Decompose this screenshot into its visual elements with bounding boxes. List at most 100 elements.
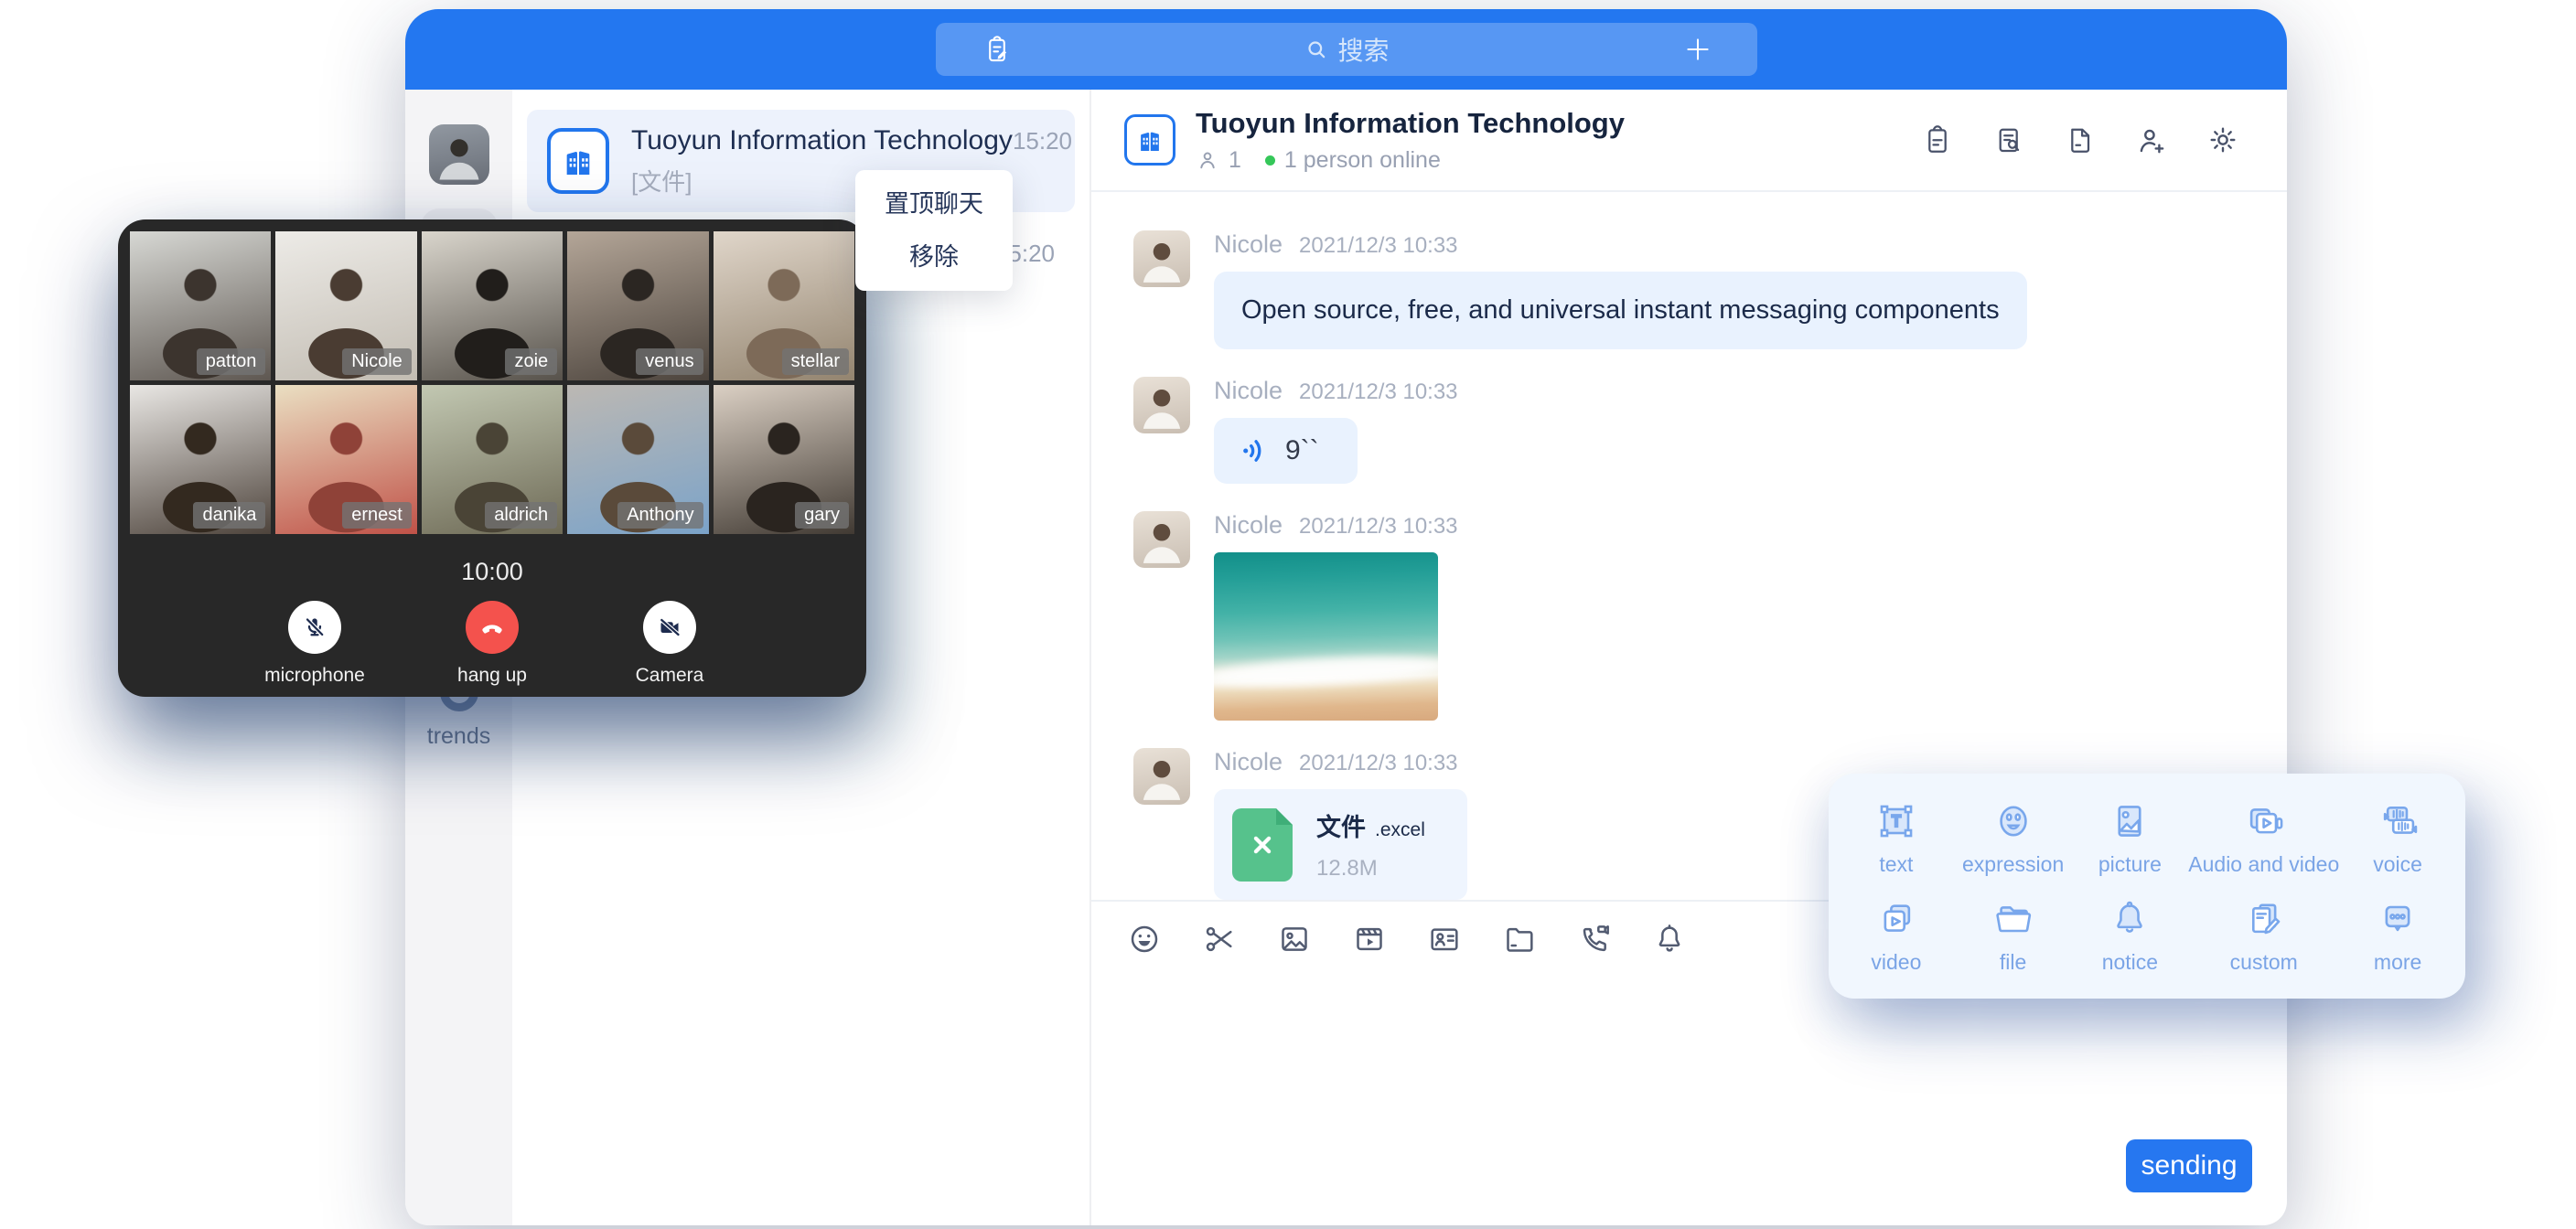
panel-item-file[interactable]: file — [1955, 886, 2072, 984]
picture-icon — [2106, 797, 2153, 845]
sender-name: Nicole — [1214, 511, 1283, 540]
file-size: 12.8M — [1316, 856, 1425, 882]
members-icon — [1196, 148, 1219, 172]
emoji-icon[interactable] — [1126, 921, 1163, 957]
panel-item-picture[interactable]: picture — [2072, 788, 2189, 886]
participant-name: gary — [795, 502, 849, 529]
hang-up-icon[interactable] — [466, 601, 519, 654]
participant-name: Nicole — [342, 348, 412, 375]
hang-up-button[interactable]: hang up — [434, 601, 551, 687]
composer-input-area[interactable]: sending — [1091, 977, 2287, 1225]
top-bar: 搜索 — [405, 9, 2287, 90]
video-tile: zoie — [422, 231, 563, 380]
video-tile: Nicole — [275, 231, 416, 380]
notification-bell-icon[interactable] — [1651, 921, 1688, 957]
participant-name: stellar — [782, 348, 849, 375]
conversation-title: Tuoyun Information Technology — [631, 125, 1013, 156]
more-icon — [2374, 895, 2421, 943]
voice-duration: 9`` — [1285, 435, 1319, 466]
text-bubble[interactable]: Open source, free, and universal instant… — [1214, 272, 2027, 349]
avatar-nicole[interactable] — [1133, 377, 1190, 433]
video-clapper-icon[interactable] — [1351, 921, 1388, 957]
group-files-icon[interactable] — [2064, 123, 2097, 156]
add-member-icon[interactable] — [2135, 123, 2168, 156]
microphone-label: microphone — [264, 665, 365, 687]
video-icon — [1873, 895, 1920, 943]
send-button[interactable]: sending — [2126, 1139, 2252, 1192]
hang-up-label: hang up — [457, 665, 527, 687]
voice-icon — [2374, 797, 2421, 845]
panel-item-audio-video[interactable]: Audio and video — [2188, 788, 2339, 886]
excel-file-icon — [1232, 808, 1293, 882]
group-notice-icon[interactable] — [1921, 123, 1954, 156]
panel-item-expression[interactable]: expression — [1955, 788, 2072, 886]
participant-name: venus — [636, 348, 703, 375]
call-timer: 10:00 — [130, 558, 854, 586]
message-time: 2021/12/3 10:33 — [1299, 751, 1458, 776]
message-type-panel: text expression picture — [1829, 774, 2465, 999]
file-folder-icon — [1990, 895, 2037, 943]
avatar-nicole[interactable] — [1133, 511, 1190, 568]
folder-icon[interactable] — [1501, 921, 1538, 957]
video-tile: patton — [130, 231, 271, 380]
message-image: Nicole 2021/12/3 10:33 — [1133, 511, 2287, 721]
panel-item-custom[interactable]: custom — [2188, 886, 2339, 984]
video-tile: gary — [714, 385, 854, 534]
expression-icon — [1990, 797, 2037, 845]
sender-name: Nicole — [1214, 748, 1283, 776]
search-placeholder: 搜索 — [1337, 31, 1389, 68]
panel-item-text[interactable]: text — [1838, 788, 1955, 886]
chat-main: Tuoyun Information Technology 1 1 person… — [1091, 90, 2287, 1225]
participant-name: danika — [193, 502, 265, 529]
participant-name: zoie — [505, 348, 557, 375]
voice-bubble[interactable]: 9`` — [1214, 418, 1358, 484]
notice-bell-icon — [2106, 895, 2153, 943]
video-tile: stellar — [714, 231, 854, 380]
search-field[interactable]: 搜索 — [1303, 23, 1389, 76]
menu-item-pin-chat[interactable]: 置顶聊天 — [855, 177, 1013, 230]
file-ext: .excel — [1375, 819, 1425, 841]
file-bubble[interactable]: 文件 .excel 12.8M — [1214, 789, 1467, 900]
panel-item-video[interactable]: video — [1838, 886, 1955, 984]
settings-icon[interactable] — [2206, 123, 2239, 156]
camera-toggle-button[interactable]: Camera — [611, 601, 728, 687]
clipboard-pen-icon[interactable] — [982, 34, 1013, 65]
image-message-beach[interactable] — [1214, 552, 1438, 721]
video-tile: ernest — [275, 385, 416, 534]
search-bar[interactable]: 搜索 — [936, 23, 1757, 76]
avatar-nicole[interactable] — [1133, 230, 1190, 287]
panel-item-voice[interactable]: voice — [2339, 788, 2456, 886]
custom-icon — [2240, 895, 2288, 943]
add-icon[interactable] — [1682, 34, 1713, 65]
online-dot — [1265, 155, 1275, 166]
message-time: 2021/12/3 10:33 — [1299, 514, 1458, 540]
user-avatar[interactable] — [429, 124, 489, 185]
video-call-icon[interactable] — [1576, 921, 1613, 957]
video-call-window: patton Nicole zoie venus stellar danika … — [118, 219, 866, 697]
avatar-nicole[interactable] — [1133, 748, 1190, 805]
page: 搜索 — [0, 0, 2576, 1229]
video-tile: venus — [567, 231, 708, 380]
message-time: 2021/12/3 10:33 — [1299, 233, 1458, 259]
menu-item-remove[interactable]: 移除 — [855, 230, 1013, 283]
video-tile: Anthony — [567, 385, 708, 534]
sender-name: Nicole — [1214, 230, 1283, 259]
mic-off-icon[interactable] — [288, 601, 341, 654]
camera-off-icon[interactable] — [643, 601, 696, 654]
panel-item-more[interactable]: more — [2339, 886, 2456, 984]
picture-icon[interactable] — [1276, 921, 1313, 957]
camera-label: Camera — [636, 665, 704, 687]
online-status: 1 person online — [1284, 147, 1441, 174]
microphone-toggle-button[interactable]: microphone — [256, 601, 373, 687]
participant-name: Anthony — [617, 502, 703, 529]
participant-name: aldrich — [485, 502, 557, 529]
trends-label: trends — [405, 723, 512, 750]
message-time: 2021/12/3 10:33 — [1299, 379, 1458, 405]
contact-card-icon[interactable] — [1426, 921, 1463, 957]
video-tile: aldrich — [422, 385, 563, 534]
panel-item-notice[interactable]: notice — [2072, 886, 2189, 984]
audio-video-icon — [2240, 797, 2288, 845]
search-messages-icon[interactable] — [1992, 123, 2025, 156]
screenshot-scissors-icon[interactable] — [1201, 921, 1238, 957]
chat-header-actions — [1921, 123, 2239, 156]
